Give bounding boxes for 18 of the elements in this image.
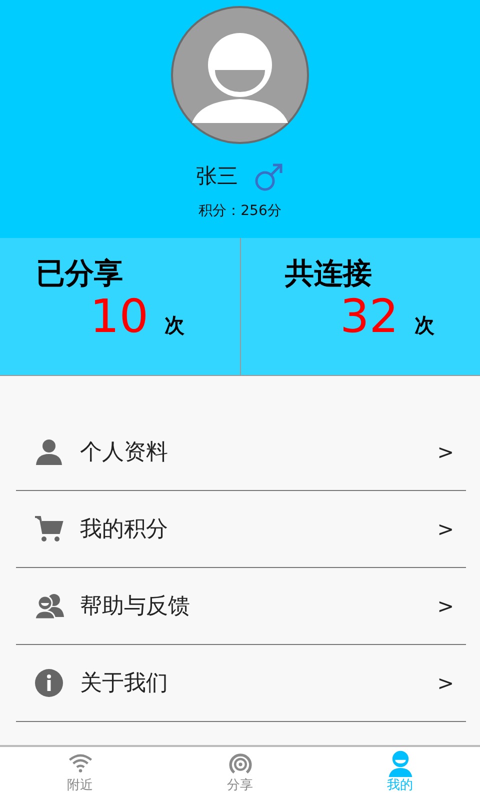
chevron-icon: > bbox=[437, 437, 454, 467]
menu-item[interactable]: 关于我们 > bbox=[16, 645, 466, 722]
stat-label: 已分享 bbox=[36, 256, 123, 290]
menu-item[interactable]: 个人资料 > bbox=[16, 414, 466, 491]
stat-value: 10 bbox=[90, 290, 149, 342]
tab[interactable]: 附近 bbox=[0, 747, 160, 800]
tab[interactable]: 分享 bbox=[160, 747, 320, 800]
menu-item[interactable]: 帮助与反馈 > bbox=[16, 568, 466, 645]
stat-value: 32 bbox=[340, 290, 399, 342]
chevron-icon: > bbox=[437, 591, 454, 621]
user-name: 张三 bbox=[196, 163, 238, 190]
stat-unit: 次 bbox=[164, 312, 185, 339]
chevron-icon: > bbox=[437, 514, 454, 544]
points-text: 积分：256分 bbox=[198, 202, 282, 220]
stat-unit: 次 bbox=[414, 312, 435, 339]
menu-item[interactable]: 我的积分 > bbox=[16, 491, 466, 568]
stat-label: 共连接 bbox=[285, 256, 372, 290]
chevron-icon: > bbox=[437, 668, 454, 698]
